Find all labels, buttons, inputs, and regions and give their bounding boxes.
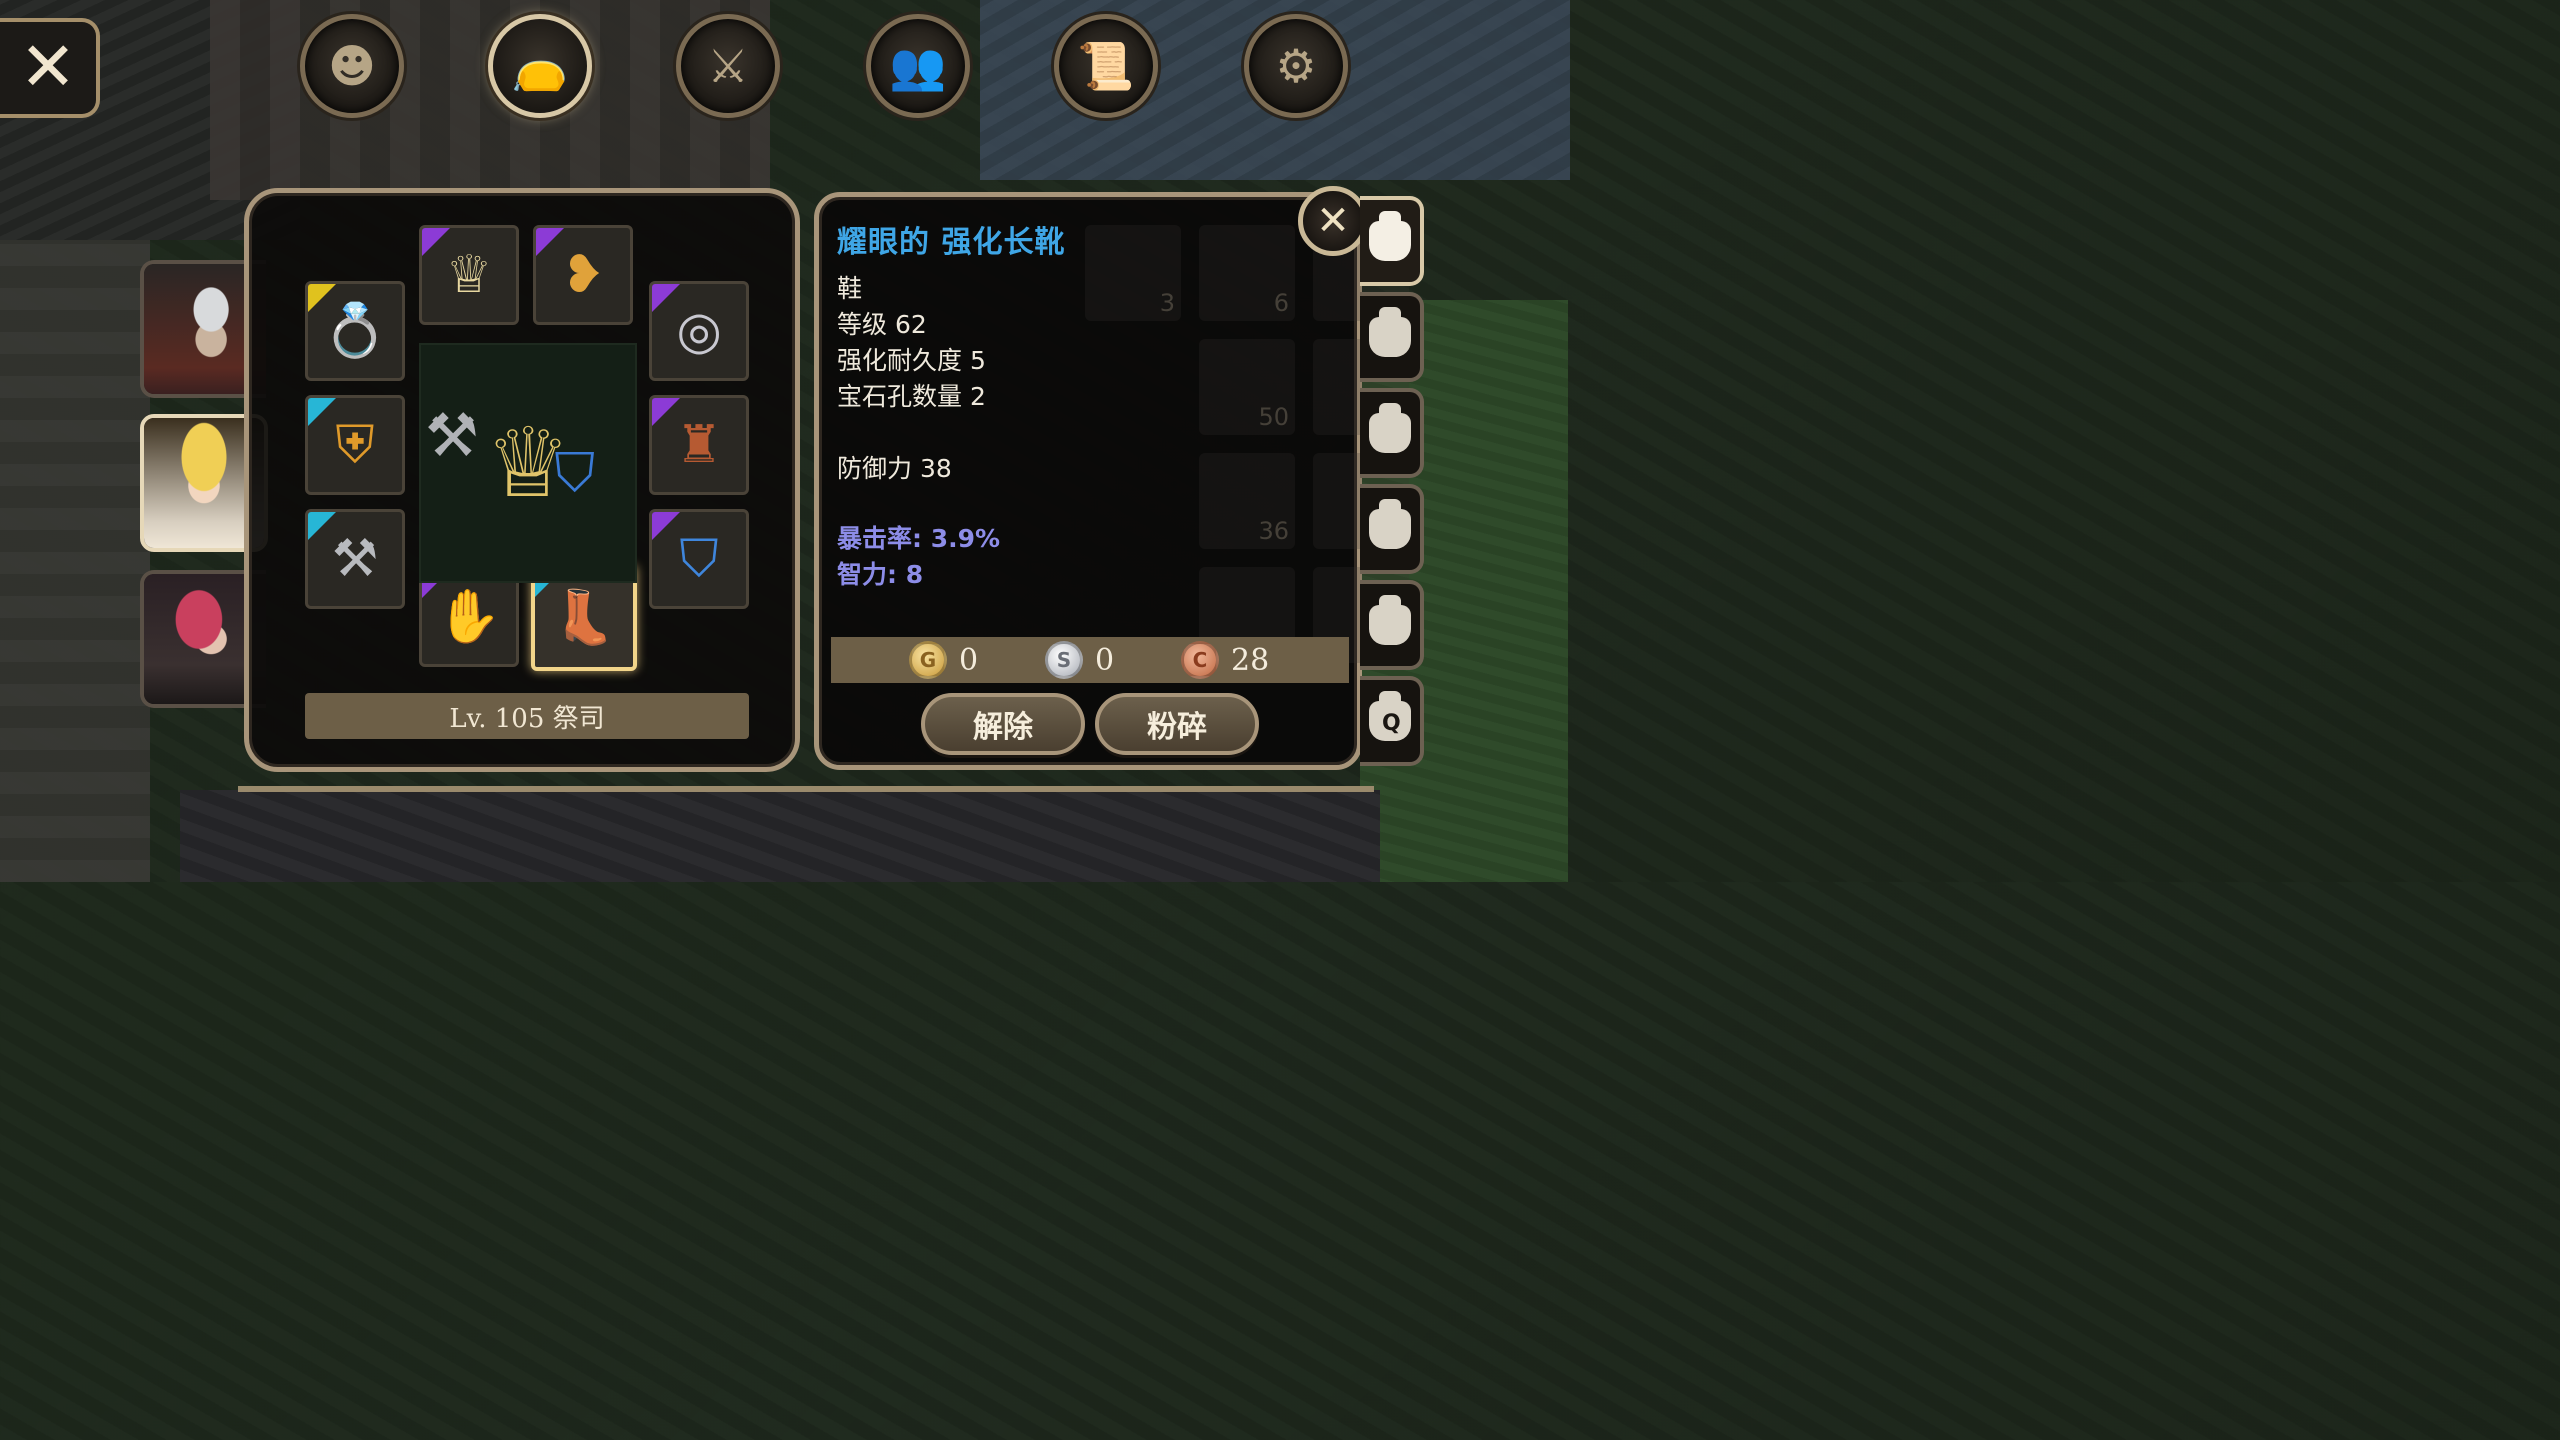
sword-compass-icon: ⚔: [707, 39, 749, 93]
cloak-icon: ♜: [675, 415, 723, 475]
skills-tab-button[interactable]: ⚔: [676, 14, 780, 118]
rarity-marker: [652, 398, 680, 426]
rarity-marker: [536, 228, 564, 256]
ring-icon: 💍: [322, 301, 388, 361]
close-info-button[interactable]: ✕: [1298, 186, 1368, 256]
quest-tab-button[interactable]: 📜: [1054, 14, 1158, 118]
bag-tab-2[interactable]: [1360, 292, 1424, 382]
hammer-icon: ⚒: [425, 401, 479, 471]
item-bonus-int: 智力: 8: [837, 560, 924, 589]
unequip-button[interactable]: 解除: [921, 693, 1085, 755]
equip-slot-helmet[interactable]: ♕: [419, 225, 519, 325]
hammer-icon: ⚒: [331, 529, 379, 589]
bag-icon: [1369, 595, 1411, 645]
equip-slot-weapon[interactable]: ⚒: [305, 509, 405, 609]
item-defense: 防御力 38: [837, 454, 952, 483]
character-tab-button[interactable]: ☻: [300, 14, 404, 118]
rarity-marker: [652, 284, 680, 312]
scenery-street: [180, 790, 1380, 882]
inventory-ghost-slot: 3: [1085, 225, 1181, 321]
bag-tab-4[interactable]: [1360, 484, 1424, 574]
rarity-marker: [308, 398, 336, 426]
item-durability: 强化耐久度 5: [837, 346, 986, 375]
close-icon: ✕: [19, 28, 77, 107]
panel-divider: [238, 786, 1374, 792]
group-icon: 👥: [889, 39, 947, 93]
crown-helm-icon: ♕: [445, 245, 493, 305]
item-name: 耀眼的 强化长靴: [837, 225, 1066, 260]
bag-tab-3[interactable]: [1360, 388, 1424, 478]
ring-icon: ◎: [676, 301, 722, 361]
quest-bag-icon: Q: [1369, 691, 1411, 741]
shield-icon: ⛉: [554, 441, 596, 504]
smash-button[interactable]: 粉碎: [1095, 693, 1259, 755]
item-level: 等级 62: [837, 310, 927, 339]
rarity-marker: [652, 512, 680, 540]
boots-icon: 👢: [551, 588, 617, 648]
bag-tab-5[interactable]: [1360, 580, 1424, 670]
equipment-panel: ♕ ❥ 💍 ◎ ⛨ ♜ ⚒ ⛉ ✋ 👢 ⚒ ♕ ⛉ Lv. 105 祭司: [244, 188, 800, 772]
equip-slot-necklace[interactable]: ❥: [533, 225, 633, 325]
inventory-tab-button[interactable]: 👝: [488, 14, 592, 118]
bag-icon: 👝: [511, 39, 569, 93]
scroll-icon: 📜: [1077, 39, 1135, 93]
inventory-ghost-slot: 36: [1199, 453, 1295, 549]
equip-slot-shield[interactable]: ⛉: [649, 509, 749, 609]
character-level-class: Lv. 105 祭司: [305, 693, 749, 739]
equip-slot-ring-right[interactable]: ◎: [649, 281, 749, 381]
equip-slot-armor[interactable]: ⛨: [305, 395, 405, 495]
inventory-ghost-slot: 50: [1199, 339, 1295, 435]
copper-amount: 28: [1231, 642, 1270, 678]
party-tab-button[interactable]: 👥: [866, 14, 970, 118]
character-preview: ⚒ ♕ ⛉: [419, 343, 637, 583]
sell-price-bar: G 0 S 0 C 28: [831, 637, 1349, 683]
silver-coin-icon: S: [1045, 641, 1083, 679]
gear-icon: ⚙: [1275, 39, 1317, 93]
bag-icon: [1369, 499, 1411, 549]
settings-tab-button[interactable]: ⚙: [1244, 14, 1348, 118]
equip-slot-cloak[interactable]: ♜: [649, 395, 749, 495]
quest-bag-tab[interactable]: Q: [1360, 676, 1424, 766]
rarity-marker: [308, 284, 336, 312]
item-bonus-crit: 暴击率: 3.9%: [837, 524, 1001, 553]
rarity-marker: [308, 512, 336, 540]
armor-icon: ⛨: [335, 415, 375, 475]
silver-amount: 0: [1095, 642, 1115, 678]
rarity-marker: [422, 228, 450, 256]
bag-icon: [1369, 403, 1411, 453]
bag-icon: [1369, 307, 1411, 357]
gold-amount: 0: [959, 642, 979, 678]
item-type: 鞋: [837, 274, 863, 303]
copper-coin-icon: C: [1181, 641, 1219, 679]
close-icon: ✕: [1316, 198, 1350, 244]
scenery-house: [210, 0, 770, 200]
shield-icon: ⛉: [679, 529, 719, 589]
inventory-ghost-slot: 6: [1199, 225, 1295, 321]
head-silhouette-icon: ☻: [328, 39, 376, 93]
close-menu-button[interactable]: ✕: [0, 18, 100, 118]
item-info-panel: 3 6 17 50 5 36 16 耀眼的 强化长靴 鞋 等级 62 强化耐久度…: [814, 192, 1409, 770]
bag-icon: [1369, 211, 1411, 261]
necklace-icon: ❥: [561, 245, 605, 305]
gloves-icon: ✋: [436, 587, 502, 647]
bag-tab-1[interactable]: [1360, 196, 1424, 286]
scenery-building: [0, 240, 150, 882]
equip-slot-ring-left[interactable]: 💍: [305, 281, 405, 381]
gold-coin-icon: G: [909, 641, 947, 679]
item-gem-slots: 宝石孔数量 2: [837, 382, 986, 411]
